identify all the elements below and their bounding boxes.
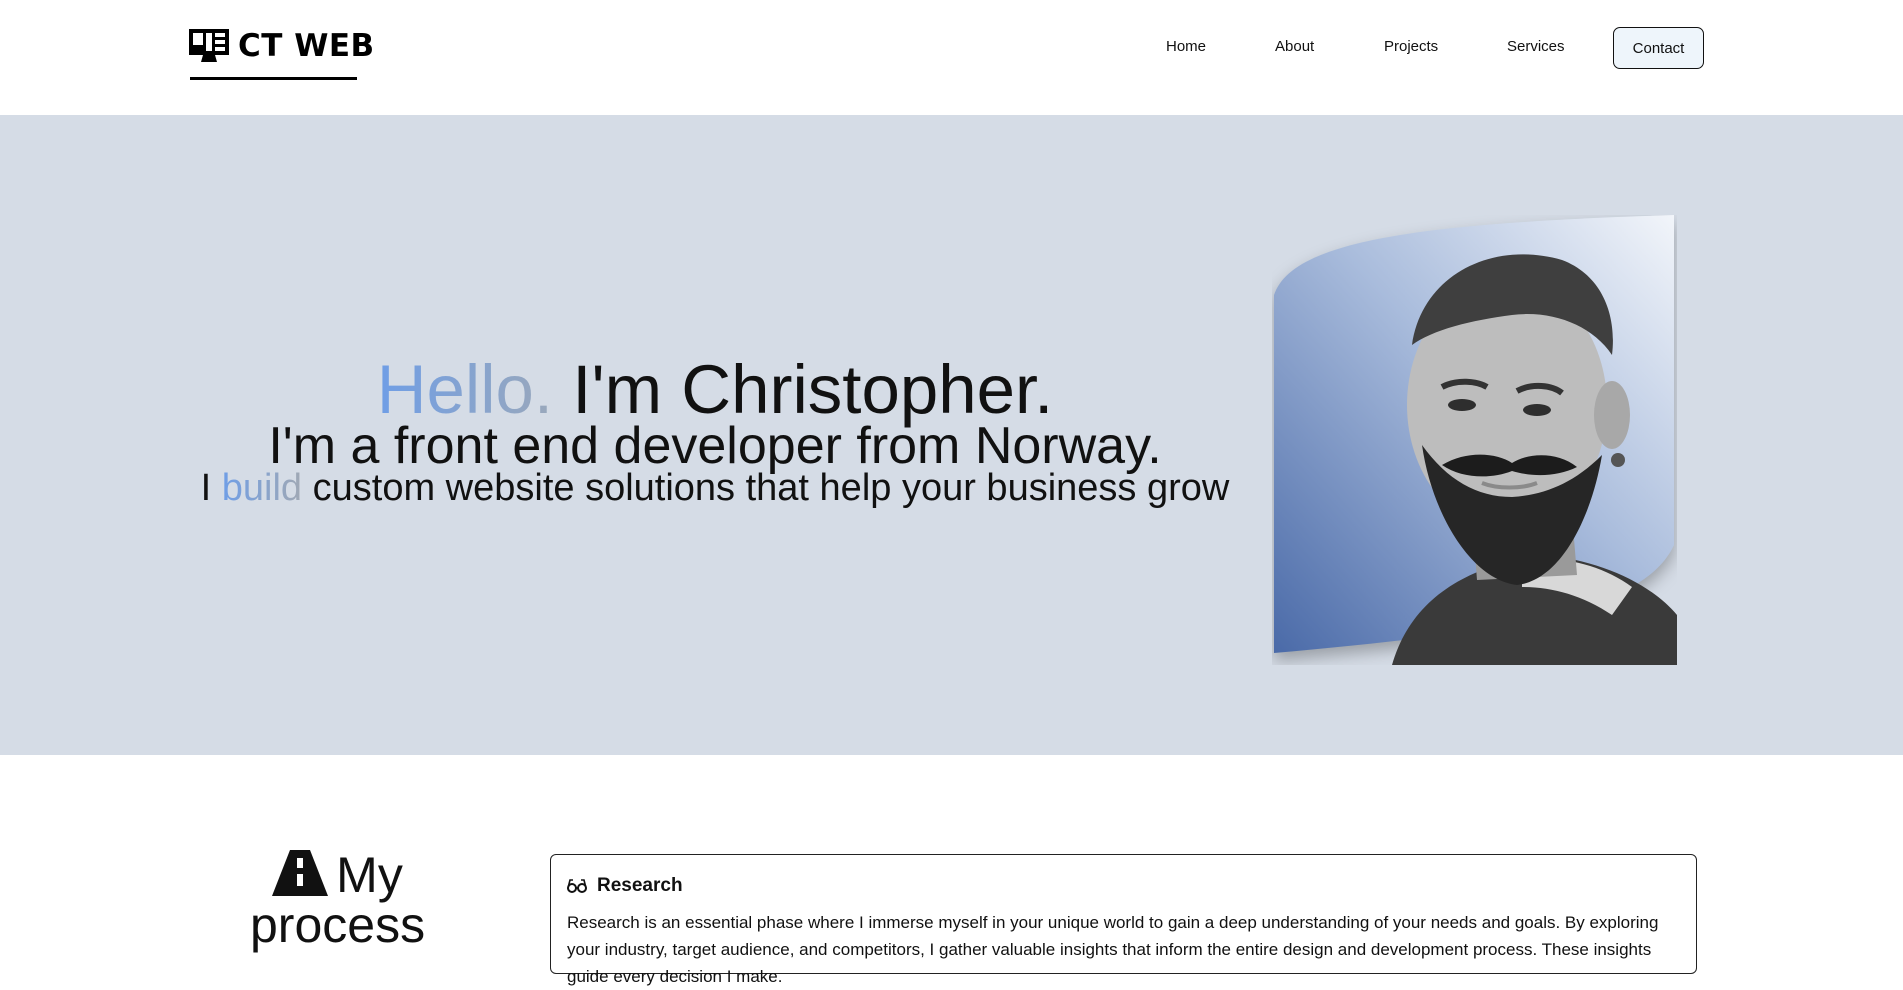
glasses-icon — [567, 879, 587, 893]
site-header: CT WEB Home About Projects Services Cont… — [0, 0, 1903, 115]
portrait-image — [1274, 215, 1674, 653]
card-title: Research — [597, 875, 683, 896]
card-body: Research is an essential phase where I i… — [567, 913, 1659, 986]
road-icon — [272, 850, 329, 896]
nav-services[interactable]: Services — [1507, 38, 1565, 55]
logo-text: CT WEB — [238, 28, 375, 64]
logo-underline — [190, 77, 357, 80]
tagline-prefix: I — [200, 467, 222, 509]
logo[interactable]: CT WEB — [188, 28, 375, 64]
tagline-rest: custom website solutions that help your … — [302, 467, 1230, 509]
card-header: Research — [567, 875, 683, 897]
process-title-line1: My — [336, 847, 403, 903]
hero-section: Hello. I'm Christopher. I'm a front end … — [0, 115, 1903, 755]
contact-button[interactable]: Contact — [1613, 27, 1704, 69]
nav-about[interactable]: About — [1275, 38, 1314, 55]
monitor-building-icon — [189, 29, 229, 62]
process-title-line2: process — [250, 897, 426, 953]
process-card-research: Research Research is an essential phase … — [550, 854, 1697, 986]
nav-home[interactable]: Home — [1166, 38, 1206, 55]
process-heading: My process — [250, 850, 425, 950]
tagline-highlight: build — [221, 467, 303, 509]
nav-projects[interactable]: Projects — [1384, 38, 1438, 55]
hero-tagline: I build custom website solutions that he… — [200, 467, 1230, 510]
